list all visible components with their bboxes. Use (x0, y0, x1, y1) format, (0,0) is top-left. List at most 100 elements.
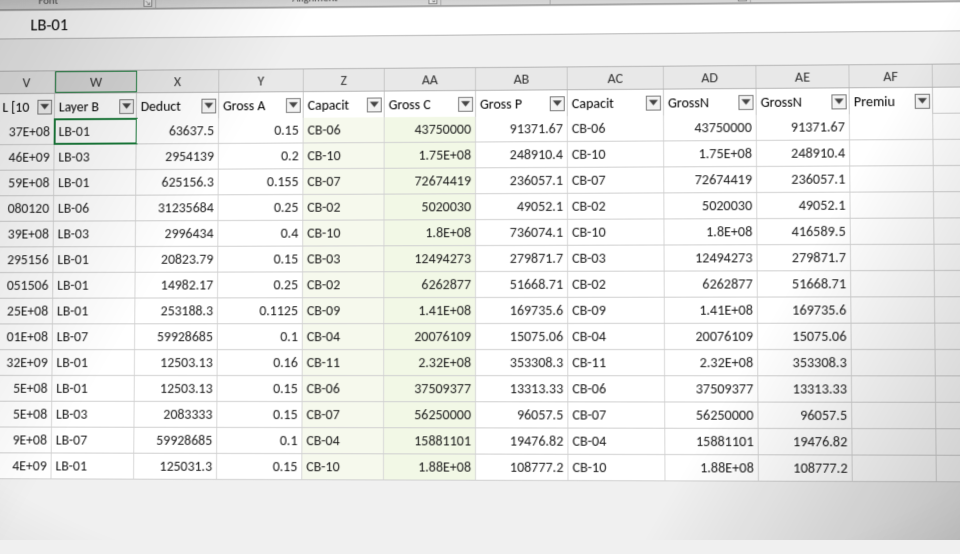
cell[interactable] (852, 429, 936, 455)
cell[interactable] (851, 271, 935, 296)
cell[interactable]: 20076109 (384, 324, 476, 349)
cell[interactable]: 37509377 (665, 376, 758, 401)
cell[interactable]: 0.15 (217, 376, 302, 401)
cell[interactable]: CB-02 (303, 195, 384, 220)
cell[interactable]: CB-02 (303, 272, 384, 297)
col-header-aa[interactable]: AA (385, 68, 476, 90)
cell[interactable]: LB-07 (53, 324, 136, 349)
cell[interactable]: 25E+08 (0, 299, 53, 324)
cell[interactable]: 416589.5 (757, 219, 851, 244)
cell[interactable]: 051506 (0, 273, 53, 298)
cell[interactable]: 2996434 (136, 221, 219, 246)
cell[interactable]: 0.2 (219, 143, 304, 168)
cell[interactable]: 080120 (0, 196, 54, 221)
cell[interactable]: 5020030 (384, 194, 476, 219)
cell[interactable] (852, 376, 936, 401)
cell[interactable] (851, 245, 935, 270)
cell[interactable]: CB-06 (304, 117, 385, 142)
cell[interactable]: CB-10 (568, 219, 665, 244)
cell[interactable]: 39E+08 (0, 222, 54, 247)
cell[interactable]: 15075.06 (758, 324, 852, 349)
cell[interactable]: CB-04 (568, 429, 665, 454)
cell[interactable]: 15881101 (384, 428, 476, 453)
cell[interactable]: CB-03 (303, 246, 384, 271)
filter-dropdown-icon[interactable] (738, 94, 753, 109)
cell[interactable] (852, 403, 936, 429)
filter-dropdown-icon[interactable] (119, 99, 134, 114)
cell[interactable]: 0.155 (219, 169, 304, 194)
cell[interactable]: 353308.3 (476, 350, 568, 375)
cell[interactable]: 0.15 (219, 118, 304, 143)
cell[interactable]: 169735.6 (758, 297, 852, 322)
number-launcher-icon[interactable]: ↘ (738, 0, 747, 1)
cell[interactable]: 1.8E+08 (664, 219, 757, 244)
cell[interactable]: 72674419 (664, 167, 757, 192)
cell[interactable] (851, 218, 935, 243)
cell[interactable]: 96057.5 (758, 403, 852, 428)
cell[interactable]: 169735.6 (476, 298, 568, 323)
cell[interactable]: 37509377 (384, 376, 476, 401)
filter-dropdown-icon[interactable] (915, 93, 930, 108)
cell[interactable]: 4E+09 (0, 453, 52, 478)
cell[interactable]: 108777.2 (476, 455, 568, 480)
cell[interactable]: 236057.1 (476, 168, 568, 193)
cell[interactable]: CB-06 (568, 376, 665, 401)
cell[interactable]: CB-09 (568, 298, 665, 323)
cell[interactable]: CB-04 (302, 428, 384, 453)
cell[interactable]: 253188.3 (135, 298, 218, 323)
cell[interactable]: CB-09 (303, 298, 384, 323)
cell[interactable]: 5E+08 (0, 376, 52, 401)
cell[interactable]: 248910.4 (757, 140, 850, 166)
cell[interactable]: 46E+09 (0, 145, 55, 170)
cell[interactable]: CB-10 (568, 141, 664, 166)
cell[interactable]: 56250000 (384, 402, 476, 427)
cell[interactable] (852, 324, 936, 349)
cell[interactable]: 31235684 (136, 195, 219, 220)
cell[interactable]: 736074.1 (476, 220, 568, 245)
cell[interactable]: 56250000 (665, 402, 758, 427)
cell[interactable]: CB-10 (302, 454, 384, 479)
cell[interactable]: LB-01 (53, 299, 135, 324)
cell[interactable]: 72674419 (385, 168, 476, 193)
col-header-x[interactable]: X (137, 70, 219, 92)
filter-dropdown-icon[interactable] (550, 96, 565, 111)
cell[interactable]: CB-02 (568, 193, 664, 218)
cell[interactable]: CB-11 (568, 350, 665, 375)
cell[interactable]: 1.75E+08 (664, 141, 757, 166)
cell[interactable]: 37E+08 (0, 119, 55, 144)
cell[interactable]: 6262877 (384, 272, 476, 297)
filter-dropdown-icon[interactable] (37, 99, 52, 114)
cell[interactable]: 2083333 (134, 402, 217, 427)
col-header-z[interactable]: Z (304, 69, 385, 91)
cell[interactable]: 9E+08 (0, 427, 52, 452)
cell[interactable]: 91371.67 (757, 114, 850, 140)
cell[interactable]: 59928685 (135, 324, 218, 349)
cell[interactable]: 1.88E+08 (665, 455, 759, 481)
cell[interactable]: 51668.71 (476, 272, 568, 297)
cell[interactable]: CB-06 (568, 116, 664, 141)
cell[interactable]: CB-10 (303, 220, 384, 245)
cell[interactable]: 1.88E+08 (384, 454, 476, 479)
cell[interactable]: 0.25 (218, 272, 303, 297)
cell[interactable]: 5020030 (664, 193, 757, 218)
cell[interactable]: 15881101 (665, 429, 758, 455)
cell[interactable]: 279871.7 (476, 246, 568, 271)
filter-dropdown-icon[interactable] (458, 96, 473, 111)
col-header-w[interactable]: W (55, 71, 137, 93)
cell[interactable]: 1.8E+08 (384, 220, 476, 245)
cell[interactable]: CB-07 (568, 167, 664, 192)
cell[interactable]: LB-01 (55, 119, 137, 144)
cell[interactable]: 12503.13 (135, 350, 218, 375)
cell[interactable]: 15075.06 (476, 324, 568, 349)
filter-dropdown-icon[interactable] (201, 98, 216, 113)
alignment-launcher-icon[interactable]: ↘ (428, 0, 437, 4)
cell[interactable]: CB-02 (568, 272, 665, 297)
cell[interactable]: 1.41E+08 (665, 298, 758, 323)
cell[interactable]: 19476.82 (476, 428, 568, 453)
cell[interactable]: 1.75E+08 (385, 143, 476, 168)
cell[interactable]: 0.1 (217, 428, 302, 453)
cell[interactable]: CB-07 (568, 402, 665, 427)
cell[interactable]: 0.15 (218, 247, 303, 272)
cell[interactable]: 6262877 (665, 271, 758, 296)
cell[interactable]: LB-03 (52, 402, 135, 427)
